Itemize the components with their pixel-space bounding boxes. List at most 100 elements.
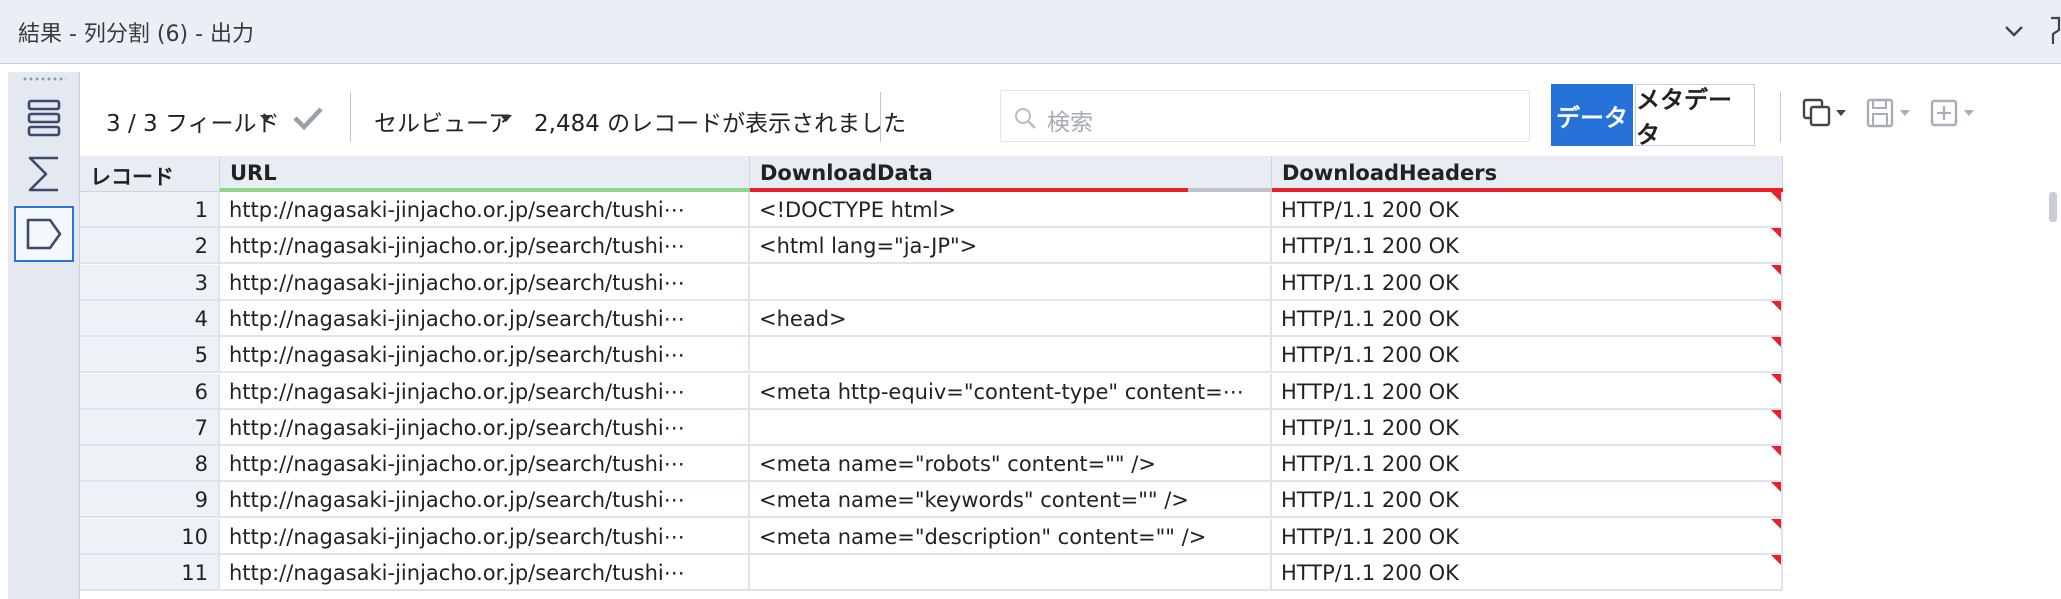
- record-number-cell[interactable]: 11: [80, 555, 220, 591]
- downloaddata-cell[interactable]: <meta name="description" content="" />: [750, 518, 1272, 555]
- record-number-cell[interactable]: 5: [80, 337, 220, 374]
- table-row[interactable]: 10 http://nagasaki-jinjacho.or.jp/search/…: [80, 518, 1783, 555]
- downloaddata-cell[interactable]: [750, 555, 1272, 591]
- chevron-down-icon[interactable]: [2001, 18, 2027, 44]
- table-row[interactable]: 9 http://nagasaki-jinjacho.or.jp/search/t…: [80, 482, 1783, 519]
- column-header-label: DownloadData: [760, 161, 933, 185]
- downloaddata-cell[interactable]: <meta name="keywords" content="" />: [750, 482, 1272, 519]
- column-header-label: DownloadHeaders: [1282, 161, 1498, 185]
- table-row[interactable]: 5 http://nagasaki-jinjacho.or.jp/search/t…: [80, 337, 1783, 374]
- record-number-cell[interactable]: 2: [80, 228, 220, 265]
- column-header-label: レコード: [90, 165, 174, 189]
- truncated-flag-marker: [1771, 518, 1781, 529]
- downloaddata-cell[interactable]: [750, 264, 1272, 301]
- column-header-label: URL: [230, 161, 277, 185]
- records-count: 2,484 のレコードが表示されました: [534, 111, 907, 137]
- search-box[interactable]: 検索: [1000, 90, 1530, 142]
- downloadheaders-cell[interactable]: HTTP/1.1 200 OK: [1272, 192, 1783, 228]
- truncated-flag-marker: [1771, 409, 1781, 420]
- toolbar-divider: [1780, 92, 1781, 142]
- table-row[interactable]: 11 http://nagasaki-jinjacho.or.jp/search/…: [80, 555, 1783, 591]
- downloaddata-cell[interactable]: <head>: [750, 300, 1272, 337]
- truncated-flag-marker: [1771, 373, 1781, 384]
- record-number-cell[interactable]: 10: [80, 518, 220, 555]
- copy-icon[interactable]: [1800, 96, 1850, 130]
- url-cell[interactable]: http://nagasaki-jinjacho.or.jp/search/tu…: [220, 555, 750, 591]
- pin-icon[interactable]: [2041, 16, 2061, 46]
- downloadheaders-cell[interactable]: HTTP/1.1 200 OK: [1272, 300, 1783, 337]
- downloadheaders-cell[interactable]: HTTP/1.1 200 OK: [1272, 337, 1783, 374]
- url-cell[interactable]: http://nagasaki-jinjacho.or.jp/search/tu…: [220, 264, 750, 301]
- search-icon: [1015, 108, 1036, 129]
- truncated-flag-marker: [1771, 482, 1781, 493]
- url-cell[interactable]: http://nagasaki-jinjacho.or.jp/search/tu…: [220, 482, 750, 519]
- fields-dropdown-caret[interactable]: [260, 115, 272, 122]
- data-grid: レコード URL DownloadData DownloadHeaders 1h…: [80, 156, 1783, 599]
- downloadheaders-cell[interactable]: HTTP/1.1 200 OK: [1272, 518, 1783, 555]
- url-cell[interactable]: http://nagasaki-jinjacho.or.jp/search/tu…: [220, 228, 750, 265]
- downloadheaders-cell[interactable]: HTTP/1.1 200 OK: [1272, 409, 1783, 446]
- record-number-cell[interactable]: 7: [80, 409, 220, 446]
- summary-sigma-icon[interactable]: [14, 146, 74, 202]
- downloadheaders-cell[interactable]: HTTP/1.1 200 OK: [1272, 228, 1783, 265]
- downloadheaders-cell[interactable]: HTTP/1.1 200 OK: [1272, 482, 1783, 519]
- truncated-flag-marker: [1771, 264, 1781, 275]
- record-number-cell[interactable]: 9: [80, 482, 220, 519]
- fields-selector[interactable]: 3 / 3 フィールド: [106, 104, 280, 138]
- metadata-view-button[interactable]: メタデータ: [1635, 84, 1755, 149]
- downloaddata-cell[interactable]: <html lang="ja-JP">: [750, 228, 1272, 265]
- downloadheaders-cell[interactable]: HTTP/1.1 200 OK: [1272, 446, 1783, 483]
- downloaddata-cell[interactable]: <meta http-equiv="content-type" content=…: [750, 373, 1272, 410]
- url-cell[interactable]: http://nagasaki-jinjacho.or.jp/search/tu…: [220, 446, 750, 483]
- tag-icon[interactable]: [14, 206, 74, 262]
- column-header-downloadheaders[interactable]: DownloadHeaders: [1272, 156, 1783, 192]
- table-row[interactable]: 6 http://nagasaki-jinjacho.or.jp/search/t…: [80, 373, 1783, 410]
- save-icon[interactable]: [1864, 96, 1914, 130]
- column-header-downloaddata[interactable]: DownloadData: [750, 156, 1272, 192]
- checkmark-icon[interactable]: [292, 106, 324, 130]
- downloadheaders-cell[interactable]: HTTP/1.1 200 OK: [1272, 555, 1783, 591]
- column-header-record[interactable]: レコード: [80, 156, 220, 192]
- url-cell[interactable]: http://nagasaki-jinjacho.or.jp/search/tu…: [220, 300, 750, 337]
- results-title-bar: 結果 - 列分割 (6) - 出力: [0, 0, 2061, 64]
- cell-viewer-dropdown-caret[interactable]: [500, 115, 512, 122]
- toolbar-divider: [880, 92, 881, 142]
- record-number-cell[interactable]: 4: [80, 300, 220, 337]
- table-row[interactable]: 4 http://nagasaki-jinjacho.or.jp/search/t…: [80, 300, 1783, 337]
- vertical-scrollbar[interactable]: [2049, 192, 2057, 222]
- view-rail: [8, 72, 80, 599]
- window-title: 結果 - 列分割 (6) - 出力: [18, 22, 255, 47]
- url-cell[interactable]: http://nagasaki-jinjacho.or.jp/search/tu…: [220, 518, 750, 555]
- truncated-flag-marker: [1771, 337, 1781, 348]
- table-row[interactable]: 7 http://nagasaki-jinjacho.or.jp/search/t…: [80, 409, 1783, 446]
- data-view-button[interactable]: データ: [1551, 84, 1633, 146]
- record-number-cell[interactable]: 3: [80, 264, 220, 301]
- results-toolbar: 3 / 3 フィールド セルビューア 2,484 のレコードが表示されました 検…: [80, 72, 2061, 156]
- url-cell[interactable]: http://nagasaki-jinjacho.or.jp/search/tu…: [220, 337, 750, 374]
- cell-viewer-selector[interactable]: セルビューア: [374, 104, 511, 138]
- truncated-flag-marker: [1771, 228, 1781, 239]
- record-number-cell[interactable]: 1: [80, 192, 220, 228]
- downloadheaders-cell[interactable]: HTTP/1.1 200 OK: [1272, 264, 1783, 301]
- downloaddata-cell[interactable]: <!DOCTYPE html>: [750, 192, 1272, 228]
- record-number-cell[interactable]: 6: [80, 373, 220, 410]
- downloadheaders-cell[interactable]: HTTP/1.1 200 OK: [1272, 373, 1783, 410]
- table-row[interactable]: 3 http://nagasaki-jinjacho.or.jp/search/t…: [80, 264, 1783, 301]
- table-view-icon[interactable]: [14, 90, 74, 146]
- add-column-icon[interactable]: [1928, 96, 1978, 130]
- downloaddata-cell[interactable]: <meta name="robots" content="" />: [750, 446, 1272, 483]
- table-row[interactable]: 2 http://nagasaki-jinjacho.or.jp/search/t…: [80, 228, 1783, 265]
- column-header-url[interactable]: URL: [220, 156, 750, 192]
- downloaddata-cell[interactable]: [750, 337, 1272, 374]
- table-row[interactable]: 8 http://nagasaki-jinjacho.or.jp/search/t…: [80, 446, 1783, 483]
- table-row[interactable]: 1 http://nagasaki-jinjacho.or.jp/search/t…: [80, 192, 1783, 228]
- record-number-cell[interactable]: 8: [80, 446, 220, 483]
- url-cell[interactable]: http://nagasaki-jinjacho.or.jp/search/tu…: [220, 409, 750, 446]
- url-cell[interactable]: http://nagasaki-jinjacho.or.jp/search/tu…: [220, 373, 750, 410]
- downloaddata-cell[interactable]: [750, 409, 1272, 446]
- rail-grip[interactable]: [22, 76, 66, 82]
- url-cell[interactable]: http://nagasaki-jinjacho.or.jp/search/tu…: [220, 192, 750, 228]
- truncated-flag-marker: [1771, 192, 1781, 202]
- truncated-flag-marker: [1771, 300, 1781, 311]
- truncated-flag-marker: [1771, 446, 1781, 457]
